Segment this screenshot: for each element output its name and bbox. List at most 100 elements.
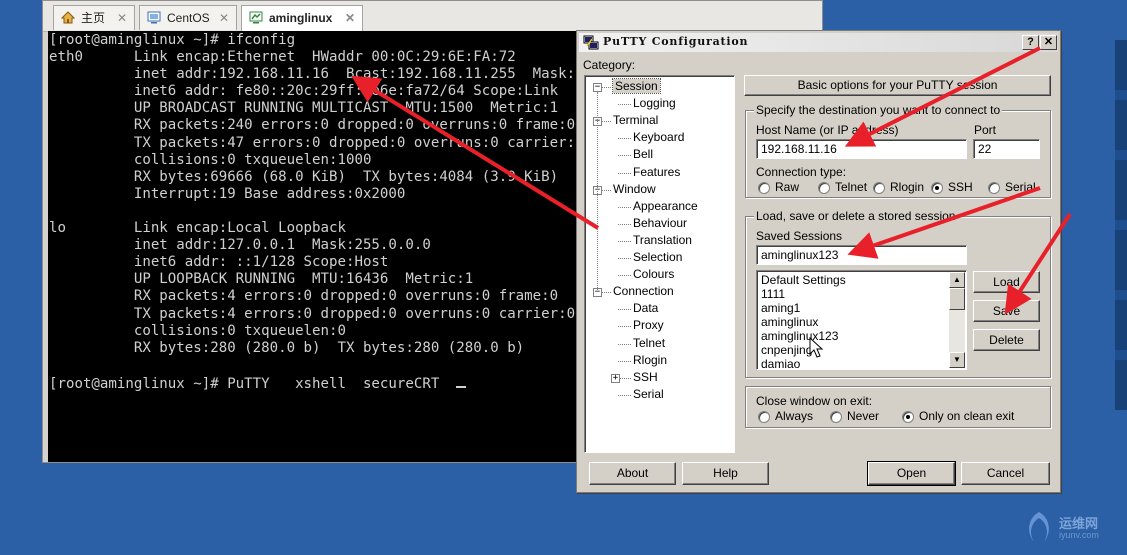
close-icon[interactable]: ✕ [117,6,127,30]
help-button[interactable]: Help [682,462,769,485]
radio-label[interactable]: Telnet [835,180,867,194]
radio-label[interactable]: Serial [1005,180,1036,194]
tab-label: 主页 [81,11,106,25]
port-input[interactable]: 22 [973,139,1040,159]
tree-item-session[interactable]: Session [612,78,661,94]
tree-item-rlogin[interactable]: Rlogin [633,353,667,367]
tree-item-proxy[interactable]: Proxy [633,318,664,332]
scroll-thumb[interactable] [949,288,965,310]
console-line: [root@aminglinux ~]# PuTTY xshell secure… [49,375,457,392]
delete-button[interactable]: Delete [973,329,1040,351]
radio-serial[interactable] [988,182,1000,194]
tree-item-appearance[interactable]: Appearance [633,199,698,213]
console-line: eth0 Link encap:Ethernet HWaddr 00:0C:29… [49,49,516,66]
tree-item-ssh[interactable]: SSH [633,370,658,384]
tree-item-bell[interactable]: Bell [633,147,653,161]
close-icon[interactable]: ✕ [219,6,229,30]
scroll-up-icon[interactable]: ▲ [949,272,965,288]
list-item[interactable]: cnpenjing [761,343,812,357]
list-item[interactable]: aminglinux [761,315,818,329]
tree-item-terminal[interactable]: Terminal [613,113,658,127]
close-icon[interactable]: ✕ [345,6,355,30]
radio-always[interactable] [758,411,770,423]
group-title: Load, save or delete a stored session [754,209,958,223]
console-line: RX packets:4 errors:0 dropped:0 overruns… [49,288,559,305]
radio-rlogin[interactable] [873,182,885,194]
tree-connector [601,292,611,294]
about-button[interactable]: About [589,462,676,485]
radio-label[interactable]: Always [775,409,813,423]
tab-aminglinux[interactable]: aminglinux ✕ [241,5,363,31]
console-line: RX packets:240 errors:0 dropped:0 overru… [49,117,576,134]
open-button[interactable]: Open [867,461,956,486]
tree-connector [618,155,631,157]
radio-label[interactable]: SSH [948,180,973,194]
tree-connector [618,240,631,242]
tree-connector [618,360,631,362]
console-line: RX bytes:280 (280.0 b) TX bytes:280 (280… [49,339,525,356]
tab-label: CentOS [167,11,210,25]
category-tree[interactable]: Session − Logging Terminal − Keyboard Bell Feat… [584,75,735,453]
tree-item-keyboard[interactable]: Keyboard [633,130,684,144]
console-line: UP BROADCAST RUNNING MULTICAST MTU:1500 … [49,100,559,117]
saved-sessions-input[interactable]: aminglinux123 [756,245,967,265]
radio-label[interactable]: Rlogin [890,180,924,194]
tab-home[interactable]: 主页 ✕ [53,5,135,30]
sessions-scrollbar[interactable]: ▲ ▼ [949,272,965,368]
host-name-input[interactable]: 192.168.11.16 [756,139,967,159]
console-line: collisions:0 txqueuelen:1000 [49,151,372,168]
saved-sessions-label: Saved Sessions [756,229,843,243]
list-item[interactable]: 1111 [761,287,785,301]
radio-only-on-clean-exit[interactable] [902,411,914,423]
radio-label[interactable]: Raw [775,180,799,194]
tree-item-selection[interactable]: Selection [633,250,682,264]
expand-icon[interactable]: + [611,373,620,383]
load-button[interactable]: Load [973,271,1040,293]
save-button[interactable]: Save [973,300,1040,322]
console-line: [root@aminglinux ~]# ifconfig [49,32,296,48]
tree-item-translation[interactable]: Translation [633,233,692,247]
radio-ssh[interactable] [931,182,943,194]
collapse-icon[interactable]: − [593,83,602,92]
close-on-exit-label: Close window on exit: [756,394,873,408]
title-bar[interactable]: PuTTY Configuration ? ✕ [579,33,1058,52]
tree-item-features[interactable]: Features [633,165,680,179]
tree-connector [618,309,631,311]
connection-type-label: Connection type: [756,165,847,179]
cancel-button[interactable]: Cancel [961,462,1050,485]
list-item[interactable]: aminglinux123 [761,329,838,343]
radio-label[interactable]: Only on clean exit [919,409,1014,423]
close-icon[interactable]: ✕ [1040,35,1057,50]
radio-raw[interactable] [758,182,770,194]
tree-item-colours[interactable]: Colours [633,267,674,281]
console-line: UP LOOPBACK RUNNING MTU:16436 Metric:1 [49,271,474,288]
tree-item-telnet[interactable]: Telnet [633,336,665,350]
radio-label[interactable]: Never [847,409,879,423]
vm-tab-bar: 主页 ✕ CentOS ✕ aminglinux ✕ [43,1,822,32]
list-item[interactable]: aming1 [761,301,800,315]
tree-item-data[interactable]: Data [633,301,658,315]
tree-connector [618,394,631,396]
console-line: TX packets:4 errors:0 dropped:0 overruns… [49,305,576,322]
tree-item-connection[interactable]: Connection [613,284,674,298]
tree-item-logging[interactable]: Logging [633,96,676,110]
tree-connector [618,275,631,277]
scroll-down-icon[interactable]: ▼ [949,352,965,368]
tree-item-serial[interactable]: Serial [633,387,664,401]
radio-never[interactable] [830,411,842,423]
watermark-logo-icon [1029,512,1049,542]
watermark: 运维网 iyunv.com [1022,508,1122,552]
tab-centos[interactable]: CentOS ✕ [139,5,237,30]
sessions-list[interactable]: ▲ ▼ Default Settings 1111 aming1 aminglinux… [756,270,967,370]
vm-icon [147,11,161,24]
tree-item-window[interactable]: Window [613,182,656,196]
help-title-button[interactable]: ? [1022,35,1039,50]
list-item[interactable]: damiao [761,357,800,369]
list-item[interactable]: Default Settings [761,273,846,287]
tree-connector [618,343,631,345]
console-line: inet6 addr: fe80::20c:29ff:fe6e:fa72/64 … [49,83,559,100]
tree-connector [618,172,631,174]
radio-telnet[interactable] [818,182,830,194]
tree-item-behaviour[interactable]: Behaviour [633,216,687,230]
tree-connector [618,206,631,208]
